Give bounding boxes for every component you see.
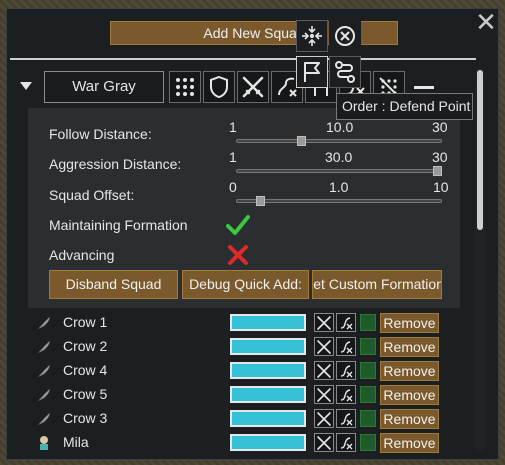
remove-member-button[interactable]: Remove [380, 313, 439, 333]
minus-icon[interactable] [414, 86, 434, 89]
crossed-swords-icon[interactable] [314, 385, 334, 404]
status-indicator[interactable] [360, 386, 376, 403]
move-arrows-icon[interactable] [296, 20, 328, 52]
route-icon[interactable] [336, 313, 356, 332]
member-row: Crow 3 Remove [36, 408, 456, 430]
remove-member-button[interactable]: Remove [380, 433, 439, 453]
crossed-swords-icon[interactable] [314, 433, 334, 452]
member-row: Crow 4 Remove [36, 360, 456, 382]
member-health-bar [230, 362, 306, 379]
follow-distance-value: 10.0 [326, 119, 354, 135]
set-custom-formation-button[interactable]: Set Custom Formation [312, 270, 442, 299]
check-icon[interactable] [226, 214, 250, 236]
member-health-bar [230, 410, 306, 427]
follow-distance-label: Follow Distance: [49, 126, 152, 142]
route-icon[interactable] [336, 337, 356, 356]
scrollbar-thumb[interactable] [477, 70, 483, 230]
status-indicator[interactable] [360, 338, 376, 355]
member-name[interactable]: Mila [63, 434, 89, 450]
status-indicator[interactable] [360, 314, 376, 331]
cross-icon[interactable] [227, 244, 249, 266]
close-icon[interactable]: ✕ [474, 10, 498, 36]
flag-icon[interactable] [296, 56, 328, 88]
advancing-label: Advancing [49, 247, 115, 263]
follow-distance-slider-handle[interactable] [297, 136, 307, 146]
shield-icon[interactable] [203, 71, 235, 103]
status-indicator[interactable] [360, 362, 376, 379]
grid-dots-icon[interactable] [169, 71, 201, 103]
aggression-distance-max: 30 [432, 149, 448, 165]
aggression-distance-min: 1 [229, 149, 237, 165]
follow-distance-min: 1 [229, 119, 237, 135]
squad-offset-slider-handle[interactable] [255, 196, 265, 206]
remove-member-button[interactable]: Remove [380, 361, 439, 381]
follow-distance-max: 30 [432, 119, 448, 135]
aggression-distance-label: Aggression Distance: [49, 156, 182, 172]
aggression-distance-slider-handle[interactable] [433, 166, 442, 176]
member-row: Crow 2 Remove [36, 336, 456, 358]
member-health-bar [230, 434, 306, 451]
member-health-bar [230, 314, 306, 331]
squad-offset-min: 0 [229, 179, 237, 195]
collapse-arrow-icon[interactable] [20, 82, 32, 90]
status-indicator[interactable] [360, 434, 376, 451]
follow-distance-slider[interactable] [236, 139, 442, 143]
debug-quick-add-button[interactable]: Debug Quick Add: [182, 270, 309, 299]
feather-icon [38, 413, 50, 425]
member-row: Crow 1 Remove [36, 312, 456, 334]
route-icon[interactable] [336, 385, 356, 404]
member-name[interactable]: Crow 2 [63, 338, 107, 354]
pawn-portrait-icon [40, 436, 48, 450]
aggression-distance-slider[interactable] [236, 169, 442, 173]
feather-icon [38, 317, 50, 329]
maintaining-formation-label: Maintaining Formation [49, 217, 188, 233]
route-icon[interactable] [336, 433, 356, 452]
order-tooltip: Order : Defend Point [336, 93, 473, 120]
squad-offset-label: Squad Offset: [49, 187, 135, 203]
member-name[interactable]: Crow 4 [63, 362, 107, 378]
squad-offset-slider[interactable] [236, 199, 442, 203]
member-row: Crow 5 Remove [36, 384, 456, 406]
aggression-distance-value: 30.0 [325, 149, 353, 165]
member-name[interactable]: Crow 3 [63, 410, 107, 426]
route-icon[interactable] [336, 409, 356, 428]
crossed-swords-icon[interactable] [237, 71, 269, 103]
disband-squad-button[interactable]: Disband Squad [49, 270, 178, 299]
route-icon[interactable] [329, 56, 361, 88]
route-icon[interactable] [336, 361, 356, 380]
crossed-swords-icon[interactable] [314, 337, 334, 356]
remove-member-button[interactable]: Remove [380, 385, 439, 405]
member-row: Mila Remove [36, 432, 456, 454]
remove-member-button[interactable]: Remove [380, 337, 439, 357]
member-name[interactable]: Crow 1 [63, 314, 107, 330]
separator [10, 58, 476, 60]
squad-name-field[interactable]: War Gray [44, 71, 164, 103]
crossed-swords-icon[interactable] [314, 361, 334, 380]
crossed-swords-icon[interactable] [314, 409, 334, 428]
squad-offset-max: 10 [433, 179, 449, 195]
order-popup [296, 20, 364, 98]
feather-icon [38, 389, 50, 401]
member-name[interactable]: Crow 5 [63, 386, 107, 402]
crossed-swords-icon[interactable] [314, 313, 334, 332]
status-indicator[interactable] [360, 410, 376, 427]
feather-icon [38, 365, 50, 377]
squad-offset-value: 1.0 [329, 179, 349, 195]
cancel-circle-icon[interactable] [329, 20, 361, 52]
member-health-bar [230, 338, 306, 355]
member-health-bar [230, 386, 306, 403]
feather-icon [38, 341, 50, 353]
remove-member-button[interactable]: Remove [380, 409, 439, 429]
